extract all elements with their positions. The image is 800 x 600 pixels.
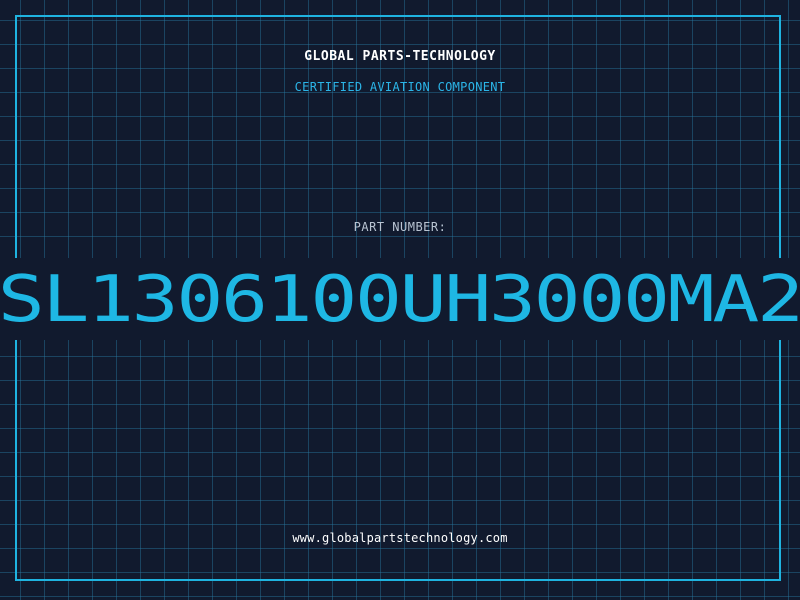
certification-tagline: CERTIFIED AVIATION COMPONENT xyxy=(294,80,506,94)
company-name: GLOBAL PARTS-TECHNOLOGY xyxy=(304,49,496,64)
part-number-value: SL1306100UH3000MA2 xyxy=(0,263,800,337)
website-url: www.globalpartstechnology.com xyxy=(292,531,508,545)
part-number-label: PART NUMBER: xyxy=(353,220,447,234)
